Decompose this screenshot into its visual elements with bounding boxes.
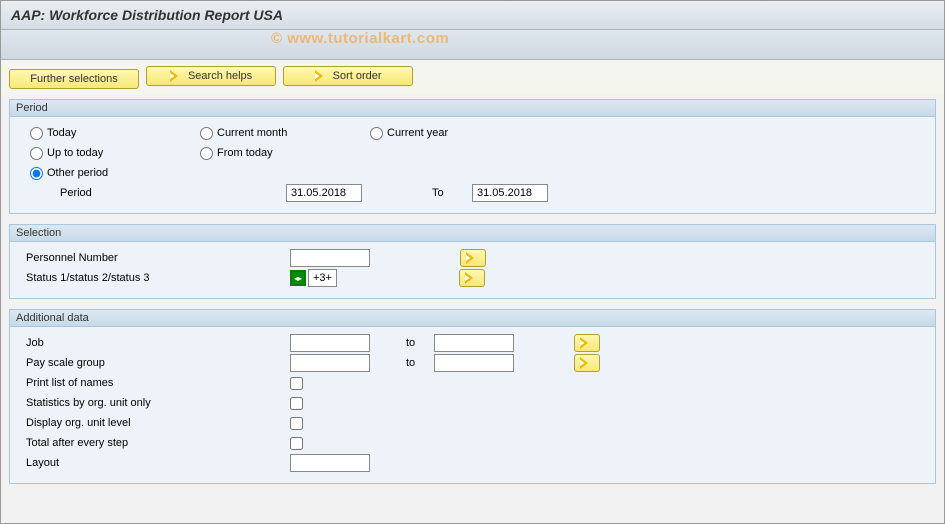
arrow-right-icon [465, 272, 479, 284]
watermark: © www.tutorialkart.com [271, 30, 449, 47]
radio-other-period-label: Other period [47, 167, 108, 179]
sort-order-label: Sort order [333, 70, 382, 82]
further-selections-label: Further selections [30, 73, 117, 85]
status-label: Status 1/status 2/status 3 [20, 272, 230, 284]
display-org-checkbox[interactable] [290, 417, 303, 430]
display-org-label: Display org. unit level [20, 417, 230, 429]
personnel-number-multi-button[interactable] [460, 249, 486, 267]
status-badge: +3+ [308, 269, 337, 287]
layout-input[interactable] [290, 454, 370, 472]
radio-current-month-label: Current month [217, 127, 287, 139]
selection-group: Selection Personnel Number Status 1/stat… [9, 224, 936, 299]
radio-current-year-label: Current year [387, 127, 448, 139]
selection-group-title: Selection [10, 225, 935, 242]
radio-from-today-input[interactable] [200, 147, 213, 160]
period-to-input[interactable] [472, 184, 548, 202]
radio-up-to-today[interactable]: Up to today [20, 147, 190, 160]
sort-order-button[interactable]: Sort order [283, 66, 413, 86]
arrow-right-icon [580, 337, 594, 349]
period-group: Period Today Current month Current year … [9, 99, 936, 214]
arrow-right-icon [170, 70, 184, 82]
search-helps-label: Search helps [188, 70, 252, 82]
job-multi-button[interactable] [574, 334, 600, 352]
radio-today[interactable]: Today [20, 127, 190, 140]
status-badge-text: +3+ [313, 272, 332, 284]
job-to-label: to [406, 337, 434, 349]
radio-other-period-input[interactable] [30, 167, 43, 180]
total-after-label: Total after every step [20, 437, 230, 449]
radio-up-to-today-label: Up to today [47, 147, 103, 159]
radio-other-period[interactable]: Other period [20, 167, 190, 180]
radio-up-to-today-input[interactable] [30, 147, 43, 160]
radio-current-year[interactable]: Current year [360, 127, 530, 140]
radio-from-today-label: From today [217, 147, 273, 159]
radio-today-input[interactable] [30, 127, 43, 140]
radio-current-month[interactable]: Current month [190, 127, 360, 140]
radio-today-label: Today [47, 127, 76, 139]
stats-org-checkbox[interactable] [290, 397, 303, 410]
period-from-input[interactable] [286, 184, 362, 202]
radio-from-today[interactable]: From today [190, 147, 360, 160]
pay-scale-multi-button[interactable] [574, 354, 600, 372]
status-multi-button[interactable] [459, 269, 485, 287]
arrow-right-icon [315, 70, 329, 82]
further-selections-button[interactable]: Further selections [9, 69, 139, 89]
period-group-title: Period [10, 100, 935, 117]
window-header: AAP: Workforce Distribution Report USA [1, 1, 944, 30]
arrow-right-icon [580, 357, 594, 369]
arrow-right-icon [466, 252, 480, 264]
radio-current-year-input[interactable] [370, 127, 383, 140]
additional-group: Additional data Job to Pay scale group t… [9, 309, 936, 484]
period-to-label: To [432, 187, 472, 199]
toolbar: Further selections Search helps Sort ord… [1, 60, 944, 95]
page-title: AAP: Workforce Distribution Report USA [11, 7, 934, 23]
job-from-input[interactable] [290, 334, 370, 352]
pay-scale-label: Pay scale group [20, 357, 230, 369]
search-helps-button[interactable]: Search helps [146, 66, 276, 86]
total-after-checkbox[interactable] [290, 437, 303, 450]
personnel-number-label: Personnel Number [20, 252, 230, 264]
job-label: Job [20, 337, 230, 349]
print-list-checkbox[interactable] [290, 377, 303, 390]
print-list-label: Print list of names [20, 377, 230, 389]
personnel-number-input[interactable] [290, 249, 370, 267]
pay-scale-to-label: to [406, 357, 434, 369]
pay-scale-to-input[interactable] [434, 354, 514, 372]
radio-current-month-input[interactable] [200, 127, 213, 140]
period-label: Period [20, 187, 230, 199]
job-to-input[interactable] [434, 334, 514, 352]
pay-scale-from-input[interactable] [290, 354, 370, 372]
layout-label: Layout [20, 457, 230, 469]
stats-org-label: Statistics by org. unit only [20, 397, 230, 409]
status-indicator-icon: ◂▸ [290, 270, 306, 286]
additional-group-title: Additional data [10, 310, 935, 327]
subheader: © www.tutorialkart.com [1, 30, 944, 60]
